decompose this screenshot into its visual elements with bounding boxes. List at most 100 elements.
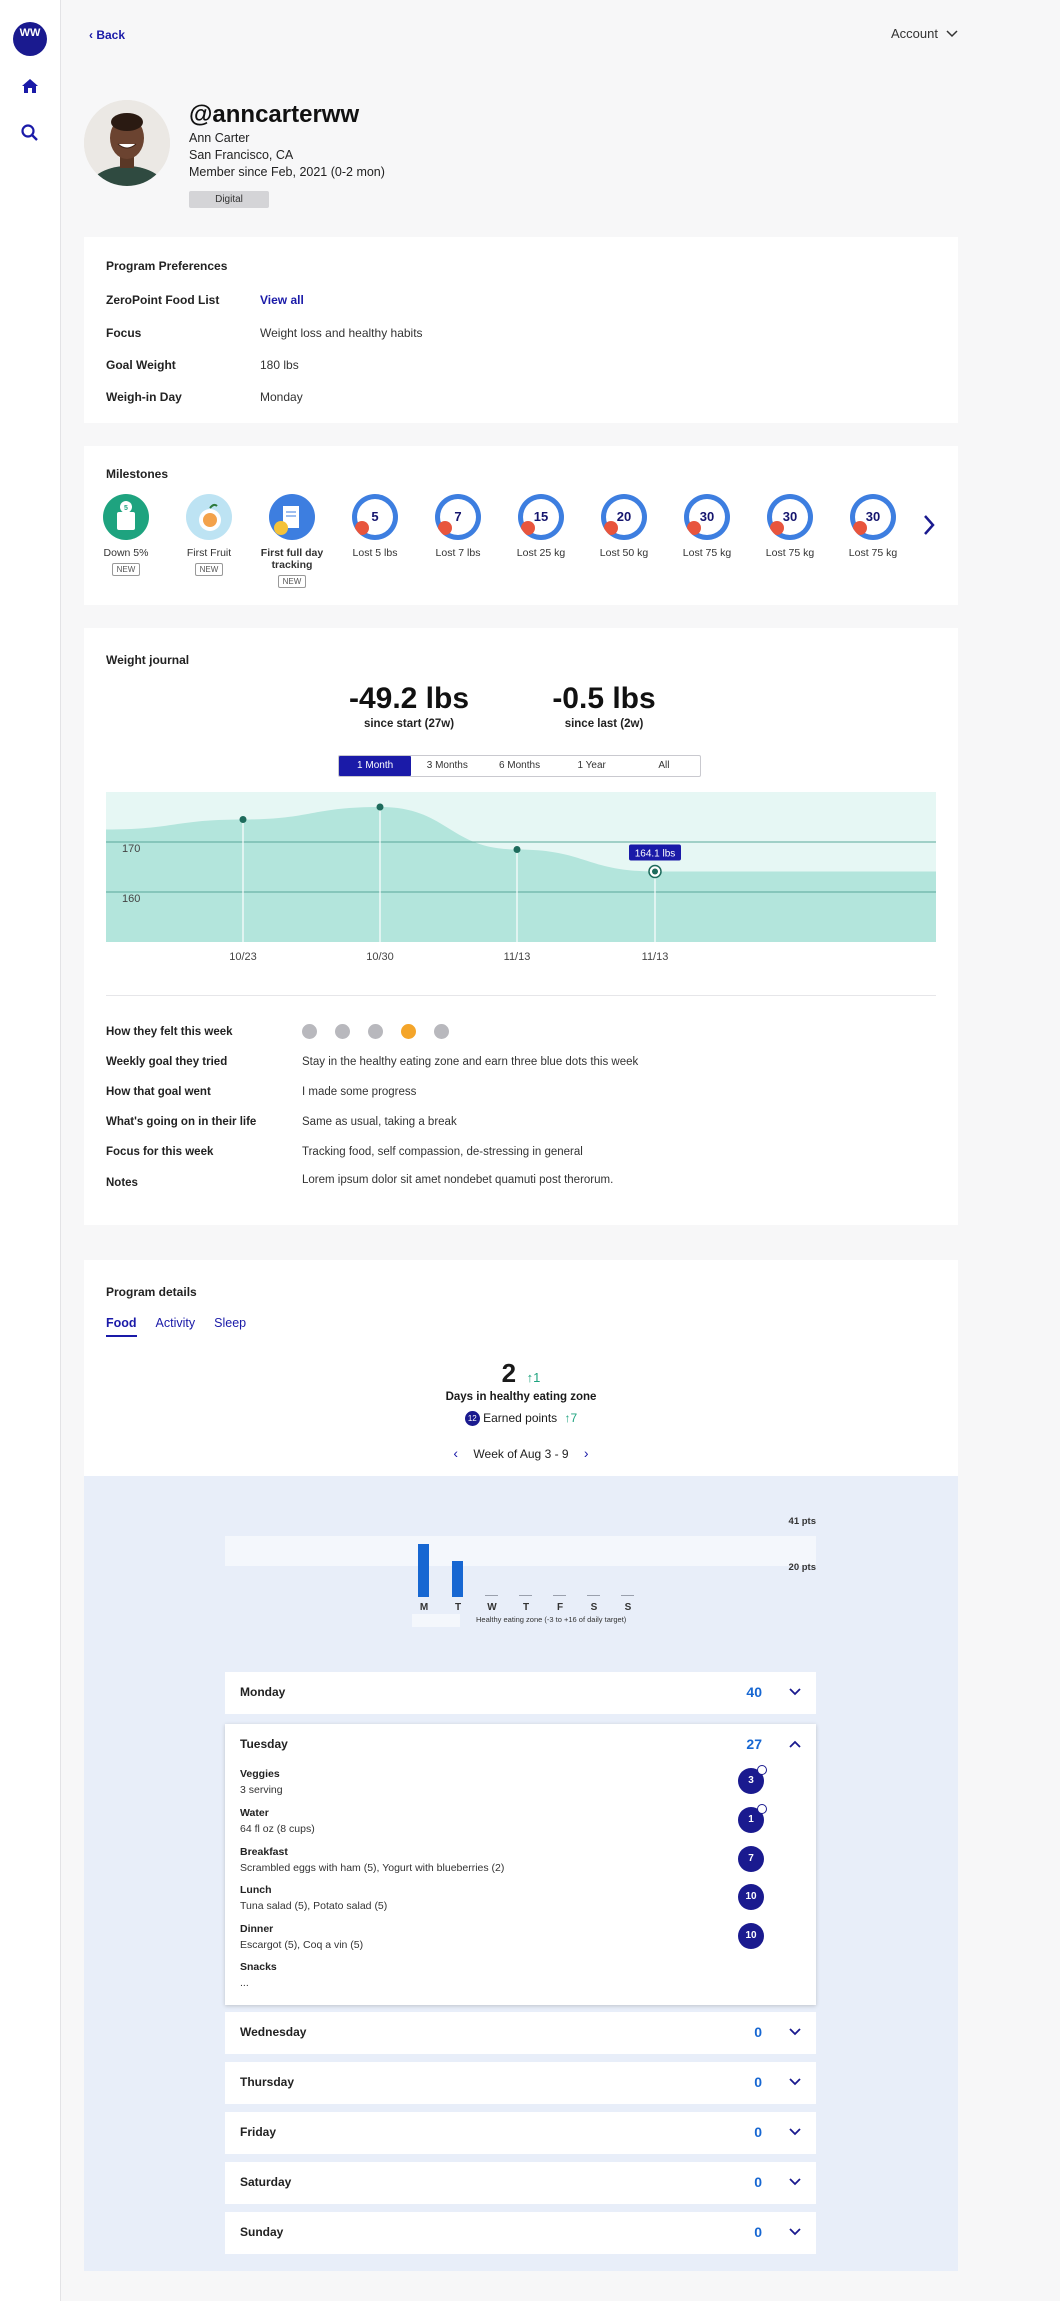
range-tab-3-months[interactable]: 3 Months: [411, 756, 483, 776]
milestone-item[interactable]: 15 Lost 25 kg: [501, 494, 581, 559]
bar-1: [452, 1561, 463, 1597]
y-tick-label: 170: [122, 843, 140, 855]
search-icon[interactable]: [20, 123, 40, 143]
points-bar-chart: 41 pts 20 pts Healthy eating zone (-3 to…: [225, 1516, 816, 1636]
day-row-wednesday[interactable]: Wednesday 0: [225, 2012, 816, 2054]
top-pts-label: 41 pts: [788, 1516, 816, 1527]
chevron-down-icon[interactable]: [788, 2125, 802, 2139]
day-label: F: [556, 1602, 564, 1613]
day-row-monday[interactable]: Monday 40: [225, 1672, 816, 1714]
day-label: S: [624, 1602, 632, 1613]
data-point: [376, 803, 384, 811]
range-tab-6-months[interactable]: 6 Months: [483, 756, 555, 776]
day-row-tuesday[interactable]: Tuesday 27 Veggies 3 serving 3 Water 64 …: [225, 1724, 816, 2005]
chevron-down-icon[interactable]: [788, 2175, 802, 2189]
apple-icon: [186, 494, 232, 540]
pref-label: Goal Weight: [106, 358, 176, 372]
day-row-friday[interactable]: Friday 0: [225, 2112, 816, 2154]
profile-location: San Francisco, CA: [189, 148, 294, 162]
tab-activity[interactable]: Activity: [156, 1316, 196, 1337]
points-badge-icon: 12: [464, 1411, 480, 1427]
chevron-down-icon[interactable]: [788, 2025, 802, 2039]
profile-member-since: Member since Feb, 2021 (0-2 mon): [189, 165, 385, 179]
chevron-up-icon[interactable]: [788, 1737, 802, 1751]
range-tab-all[interactable]: All: [628, 756, 700, 776]
program-preferences-card: Program Preferences ZeroPoint Food List …: [84, 237, 958, 423]
milestone-item[interactable]: 30 Lost 75 kg: [833, 494, 913, 559]
chevron-down-icon[interactable]: [788, 2225, 802, 2239]
sidebar: WW: [0, 0, 61, 2301]
y-tick-label: 160: [122, 893, 140, 905]
milestone-item[interactable]: 20 Lost 50 kg: [584, 494, 664, 559]
scale-icon: 5: [103, 494, 149, 540]
x-tick-label: 10/23: [229, 951, 257, 963]
new-badge: NEW: [194, 563, 224, 576]
profile-name: Ann Carter: [189, 131, 250, 145]
range-tabs: 1 Month 3 Months 6 Months 1 Year All: [338, 755, 701, 777]
milestone-item[interactable]: 30 Lost 75 kg: [750, 494, 830, 559]
points-badge: 1: [738, 1804, 767, 1833]
stat-since-start: -49.2 lbs since start (27w): [348, 682, 470, 730]
account-label: Account: [891, 26, 938, 41]
milestones-card: Milestones 5 Down 5% NEW First Fruit NEW…: [84, 446, 958, 605]
week-label: Week of Aug 3 - 9: [473, 1447, 569, 1462]
x-tick-label: 11/13: [642, 951, 669, 963]
tooltip-label: 164.1 lbs: [635, 849, 676, 860]
day-label: S: [590, 1602, 598, 1613]
mood-happy-icon[interactable]: [401, 1024, 416, 1039]
view-all-link[interactable]: View all: [260, 293, 304, 307]
milestone-item[interactable]: First full day tracking NEW: [252, 494, 332, 589]
range-tab-1-month[interactable]: 1 Month: [339, 756, 412, 776]
pref-label: Focus: [106, 326, 142, 340]
day-row-saturday[interactable]: Saturday 0: [225, 2162, 816, 2204]
meal-item: Dinner Escargot (5), Coq a vin (5): [240, 1923, 364, 1951]
points-badge: 3: [738, 1765, 767, 1794]
chevron-down-icon[interactable]: [788, 1685, 802, 1699]
badge-icon: 20: [601, 494, 647, 540]
account-menu[interactable]: Account: [891, 26, 958, 41]
weight-chart: 170 160 10/23 10/30 11/13 164.1 lbs 11/13: [106, 792, 936, 963]
chevron-down-icon[interactable]: [788, 2075, 802, 2089]
range-tab-1-year[interactable]: 1 Year: [556, 756, 628, 776]
empty-bar-4: [553, 1595, 566, 1596]
tab-sleep[interactable]: Sleep: [214, 1316, 246, 1337]
program-tabs: Food Activity Sleep: [106, 1316, 246, 1337]
notepad-icon: [269, 494, 315, 540]
home-icon[interactable]: [20, 76, 40, 96]
milestone-item[interactable]: 5 Lost 5 lbs: [335, 494, 415, 559]
avatar: [84, 100, 170, 186]
mood-neutral-icon[interactable]: [368, 1024, 383, 1039]
prev-week-chevron-icon[interactable]: ‹: [453, 1445, 458, 1461]
milestone-item[interactable]: 30 Lost 75 kg: [667, 494, 747, 559]
highlight-point-core: [652, 868, 658, 875]
chevron-right-icon[interactable]: [922, 514, 936, 536]
card-title: Weight journal: [106, 653, 190, 667]
badge-icon: 7: [435, 494, 481, 540]
empty-bar-3: [519, 1595, 532, 1596]
milestone-item[interactable]: First Fruit NEW: [169, 494, 249, 577]
x-tick-label: 10/30: [366, 951, 394, 963]
day-label: T: [522, 1602, 530, 1613]
data-point: [513, 846, 521, 853]
day-label: M: [419, 1602, 429, 1613]
day-row-sunday[interactable]: Sunday 0: [225, 2212, 816, 2254]
next-week-chevron-icon[interactable]: ›: [584, 1445, 589, 1461]
mood-very-sad-icon[interactable]: [302, 1024, 317, 1039]
back-link[interactable]: ‹ Back: [89, 28, 125, 42]
pref-label: Weigh-in Day: [106, 390, 182, 404]
badge-icon: 15: [518, 494, 564, 540]
bar-0: [418, 1544, 429, 1597]
day-row-thursday[interactable]: Thursday 0: [225, 2062, 816, 2104]
milestone-item[interactable]: 5 Down 5% NEW: [86, 494, 166, 577]
tab-food[interactable]: Food: [106, 1316, 137, 1337]
meal-item: Water 64 fl oz (8 cups): [240, 1807, 315, 1835]
mid-pts-label: 20 pts: [788, 1562, 816, 1573]
badge-icon: 5: [352, 494, 398, 540]
mood-sad-icon[interactable]: [335, 1024, 350, 1039]
pref-value: Weight loss and healthy habits: [260, 326, 423, 340]
mood-very-happy-icon[interactable]: [434, 1024, 449, 1039]
day-label: W: [487, 1602, 497, 1613]
ww-logo[interactable]: WW: [13, 22, 47, 56]
card-title: Program Preferences: [106, 259, 228, 273]
milestone-item[interactable]: 7 Lost 7 lbs: [418, 494, 498, 559]
